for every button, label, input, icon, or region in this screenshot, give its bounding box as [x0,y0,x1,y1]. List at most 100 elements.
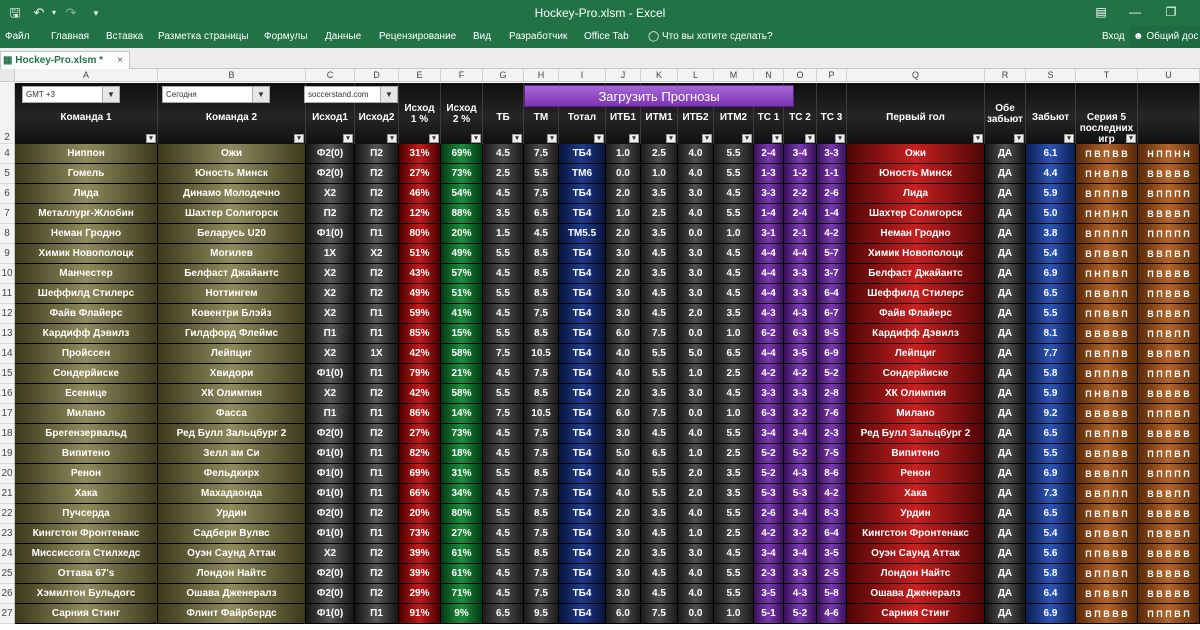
cell-outcome2[interactable]: П2 [355,164,399,184]
minimize-icon[interactable]: — [1124,2,1146,22]
row-header[interactable]: 25 [0,564,15,584]
cell-first-goal[interactable]: Сарния Стинг [847,604,985,624]
cell-itb1[interactable]: 6.0 [606,404,641,424]
cell-both-score[interactable]: ДА [985,184,1026,204]
cell-ts1[interactable]: 4-4 [754,264,784,284]
cell-both-score[interactable]: ДА [985,324,1026,344]
chevron-down-icon[interactable]: ▼ [380,87,397,102]
cell-total[interactable]: ТБ4 [559,364,606,384]
cell-last5-series-2[interactable]: В П В В П [1138,304,1200,324]
cell-ts3[interactable]: 1-4 [817,204,847,224]
filter-dropdown-icon[interactable]: ▾ [666,134,676,143]
cell-itm1[interactable]: 4.5 [641,284,678,304]
timezone-select[interactable]: GMT +3 ▼ [22,86,120,103]
cell-outcome1-pct[interactable]: 27% [399,164,441,184]
cell-will-score[interactable]: 6.5 [1026,424,1076,444]
cell-ts2[interactable]: 4-2 [784,364,817,384]
cell-itb2[interactable]: 1.0 [678,364,714,384]
cell-ts1[interactable]: 4-2 [754,524,784,544]
ribbon-display-icon[interactable]: ▤ [1090,2,1112,22]
cell-both-score[interactable]: ДА [985,384,1026,404]
cell-will-score[interactable]: 5.8 [1026,564,1076,584]
cell-total[interactable]: ТБ4 [559,324,606,344]
cell-team2[interactable]: Махадаонда [158,484,306,504]
cell-ts1[interactable]: 3-4 [754,424,784,444]
column-header-f[interactable]: F [441,69,483,82]
cell-ts2[interactable]: 3-3 [784,284,817,304]
cell-total-under[interactable]: 8.5 [524,264,559,284]
close-tab-icon[interactable]: × [117,52,123,69]
filter-dropdown-icon[interactable]: ▾ [471,134,481,143]
cell-team2[interactable]: Лейпциг [158,344,306,364]
column-header-d[interactable]: D [355,69,399,82]
cell-total-under[interactable]: 7.5 [524,564,559,584]
cell-last5-series[interactable]: В П В В П [1076,584,1138,604]
cell-total[interactable]: ТБ4 [559,344,606,364]
cell-outcome2-pct[interactable]: 51% [441,284,483,304]
cell-outcome1-pct[interactable]: 27% [399,424,441,444]
cell-ts1[interactable]: 5-2 [754,464,784,484]
cell-itm2[interactable]: 5.5 [714,164,754,184]
cell-team1[interactable]: Неман Гродно [15,224,158,244]
cell-itb1[interactable]: 2.0 [606,504,641,524]
cell-ts3[interactable]: 3-5 [817,544,847,564]
cell-team2[interactable]: Шахтер Солигорск [158,204,306,224]
cell-total-over[interactable]: 4.5 [483,144,524,164]
cell-total-over[interactable]: 4.5 [483,584,524,604]
cell-outcome1-pct[interactable]: 12% [399,204,441,224]
cell-itm2[interactable]: 1.0 [714,604,754,624]
cell-itm2[interactable]: 1.0 [714,224,754,244]
cell-both-score[interactable]: ДА [985,164,1026,184]
cell-both-score[interactable]: ДА [985,224,1026,244]
row-header[interactable]: 11 [0,284,15,304]
cell-outcome1[interactable]: Х2 [306,304,355,324]
cell-last5-series[interactable]: В В В В В [1076,324,1138,344]
cell-outcome2[interactable]: Х2 [355,244,399,264]
cell-both-score[interactable]: ДА [985,444,1026,464]
cell-itm2[interactable]: 4.5 [714,544,754,564]
cell-total-under[interactable]: 7.5 [524,584,559,604]
cell-team1[interactable]: Кардифф Дэвилз [15,324,158,344]
cell-total-under[interactable]: 9.5 [524,604,559,624]
filter-dropdown-icon[interactable]: ▾ [294,134,304,143]
cell-itm1[interactable]: 2.5 [641,204,678,224]
cell-itm2[interactable]: 2.5 [714,524,754,544]
cell-first-goal[interactable]: Кингстон Фронтенакс [847,524,985,544]
cell-team2[interactable]: Оуэн Саунд Аттак [158,544,306,564]
cell-outcome1-pct[interactable]: 85% [399,324,441,344]
column-header-b[interactable]: B [158,69,306,82]
cell-last5-series-2[interactable]: П В В В В [1138,264,1200,284]
cell-itb1[interactable]: 1.0 [606,204,641,224]
cell-outcome1[interactable]: Х2 [306,264,355,284]
cell-will-score[interactable]: 7.7 [1026,344,1076,364]
cell-ts2[interactable]: 4-3 [784,304,817,324]
cell-ts3[interactable]: 7-5 [817,444,847,464]
cell-outcome2[interactable]: П1 [355,404,399,424]
cell-itb1[interactable]: 2.0 [606,224,641,244]
cell-outcome1-pct[interactable]: 82% [399,444,441,464]
tab-view[interactable]: Вид [473,26,491,48]
row-header[interactable]: 8 [0,224,15,244]
cell-outcome2[interactable]: П2 [355,564,399,584]
filter-dropdown-icon[interactable]: ▾ [343,134,353,143]
cell-ts3[interactable]: 5-8 [817,584,847,604]
cell-ts1[interactable]: 4-4 [754,244,784,264]
cell-last5-series-2[interactable]: В В В В В [1138,384,1200,404]
cell-outcome1-pct[interactable]: 59% [399,304,441,324]
cell-last5-series-2[interactable]: В В П В П [1138,344,1200,364]
cell-total[interactable]: ТБ4 [559,464,606,484]
cell-will-score[interactable]: 6.9 [1026,604,1076,624]
cell-last5-series-2[interactable]: Н П П Н Н [1138,144,1200,164]
filter-dropdown-icon[interactable]: ▾ [835,134,845,143]
cell-total-over[interactable]: 7.5 [483,344,524,364]
cell-ts1[interactable]: 3-1 [754,224,784,244]
cell-first-goal[interactable]: Лида [847,184,985,204]
cell-outcome1-pct[interactable]: 31% [399,144,441,164]
cell-outcome1[interactable]: Ф2(0) [306,504,355,524]
cell-team2[interactable]: Урдин [158,504,306,524]
cell-first-goal[interactable]: Ожи [847,144,985,164]
cell-will-score[interactable]: 6.5 [1026,284,1076,304]
cell-outcome2-pct[interactable]: 9% [441,604,483,624]
column-header-o[interactable]: O [784,69,817,82]
cell-itb1[interactable]: 1.0 [606,144,641,164]
